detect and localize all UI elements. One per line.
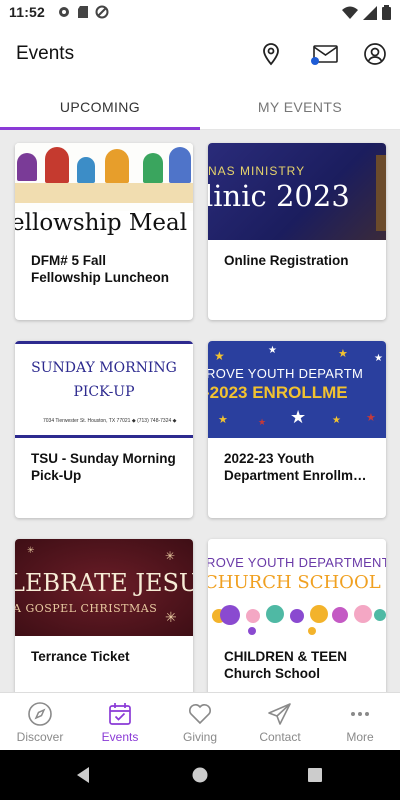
nav-label: Events — [101, 730, 139, 744]
event-image-text: PICK-UP — [73, 384, 135, 400]
event-image: ✳ ✳ LEBRATE JESUS A GOSPEL CHRISTMAS ✳ — [15, 539, 193, 636]
map-pin-icon — [263, 43, 279, 66]
event-image-text: SUNDAY MORNING — [31, 360, 177, 376]
nav-contact[interactable]: Contact — [240, 693, 320, 750]
nav-giving[interactable]: Giving — [160, 693, 240, 750]
sd-card-icon — [78, 6, 88, 18]
event-image-text: NAS MINISTRY — [208, 164, 306, 178]
compass-icon — [28, 702, 52, 726]
event-title: 2022-23 Youth Department Enrollm… — [224, 451, 367, 483]
status-time: 11:52 — [9, 4, 46, 20]
event-image-text: -2023 ENROLLME — [208, 383, 348, 402]
paper-plane-icon — [268, 703, 291, 725]
event-image: ellowship Meal — [15, 143, 193, 240]
event-card[interactable]: ✳ ✳ LEBRATE JESUS A GOSPEL CHRISTMAS ✳ T… — [15, 539, 193, 692]
tab-my-events[interactable]: MY EVENTS — [200, 82, 400, 129]
event-image-text: ellowship Meal — [15, 210, 188, 236]
nav-label: More — [346, 730, 374, 744]
event-title: DFM# 5 Fall Fellowship Luncheon — [31, 253, 169, 285]
event-card[interactable]: ellowship Meal DFM# 5 Fall Fellowship Lu… — [15, 143, 193, 320]
event-image-text: ROVE YOUTH DEPARTMENT — [208, 555, 386, 570]
event-image: ROVE YOUTH DEPARTMENT CHURCH SCHOOL FO — [208, 539, 386, 636]
home-icon[interactable] — [192, 767, 208, 783]
event-image: SUNDAY MORNING PICK-UP 7034 Tierwester S… — [15, 341, 193, 438]
event-card[interactable]: NAS MINISTRY linic 2023 Online Registrat… — [208, 143, 386, 320]
location-button[interactable] — [257, 40, 285, 68]
back-icon[interactable] — [75, 766, 91, 784]
signal-icon — [363, 5, 377, 20]
battery-icon — [382, 5, 391, 20]
messages-button[interactable] — [308, 40, 340, 68]
event-image-text: ROVE YOUTH DEPARTM — [208, 366, 364, 381]
wifi-icon — [342, 6, 358, 19]
no-sync-icon — [95, 5, 109, 19]
profile-button[interactable] — [361, 40, 389, 68]
heart-icon — [189, 704, 211, 725]
status-notification-icons — [57, 5, 109, 19]
event-image-text: linic 2023 — [208, 179, 350, 213]
app-bar: Events — [0, 26, 400, 82]
envelope-icon — [311, 45, 338, 65]
event-card[interactable]: ROVE YOUTH DEPARTMENT CHURCH SCHOOL FO C… — [208, 539, 386, 692]
event-image-text: CHURCH SCHOOL FO — [208, 572, 386, 593]
gear-icon — [59, 7, 69, 17]
tab-upcoming[interactable]: UPCOMING — [0, 82, 200, 130]
event-card[interactable]: ★ ★ ★ ★ ROVE YOUTH DEPARTM -2023 ENROLLM… — [208, 341, 386, 518]
bottom-navigation: Discover Events Giving Contact More — [0, 692, 400, 750]
event-title: Online Registration — [224, 253, 349, 268]
nav-label: Discover — [16, 730, 64, 744]
status-bar: 11:52 — [0, 0, 400, 26]
recents-icon[interactable] — [308, 768, 322, 782]
event-title: CHILDREN & TEEN Church School — [224, 649, 348, 681]
calendar-check-icon — [109, 703, 131, 725]
events-grid: ellowship Meal DFM# 5 Fall Fellowship Lu… — [0, 130, 400, 692]
user-circle-icon — [364, 43, 386, 65]
nav-label: Giving — [182, 730, 217, 744]
event-title: Terrance Ticket — [31, 649, 130, 664]
nav-discover[interactable]: Discover — [0, 693, 80, 750]
event-image-text: LEBRATE JESUS — [15, 569, 193, 597]
event-image: NAS MINISTRY linic 2023 — [208, 143, 386, 240]
nav-more[interactable]: More — [320, 693, 400, 750]
page-title: Events — [16, 43, 75, 64]
nav-events[interactable]: Events — [80, 693, 160, 750]
event-title: TSU - Sunday Morning Pick-Up — [31, 451, 176, 483]
system-navigation-bar — [0, 750, 400, 800]
more-dots-icon — [351, 712, 369, 716]
event-image-text: A GOSPEL CHRISTMAS — [15, 602, 158, 615]
event-image: ★ ★ ★ ★ ROVE YOUTH DEPARTM -2023 ENROLLM… — [208, 341, 386, 438]
event-image-text: 7034 Tierwester St. Houston, TX 77021 ◆ … — [43, 418, 177, 424]
event-card[interactable]: SUNDAY MORNING PICK-UP 7034 Tierwester S… — [15, 341, 193, 518]
tab-bar: UPCOMING MY EVENTS — [0, 82, 400, 130]
status-system-icons — [342, 5, 391, 20]
nav-label: Contact — [259, 730, 301, 744]
